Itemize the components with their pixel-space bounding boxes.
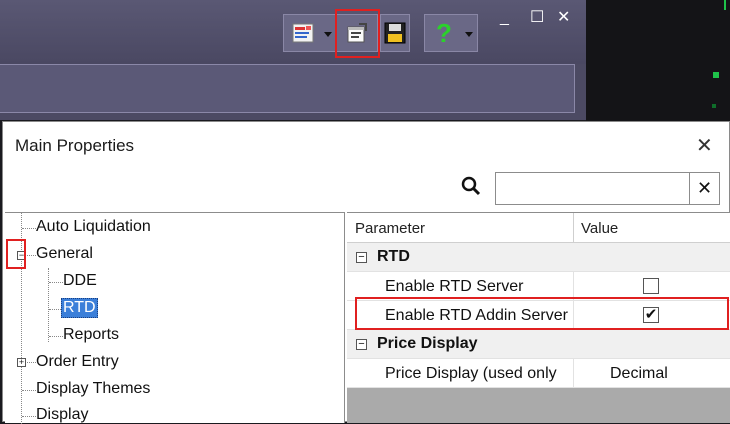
group-expander[interactable]: − <box>356 339 367 350</box>
report-icon <box>291 21 315 45</box>
properties-button-highlight <box>335 9 380 58</box>
search-clear-button[interactable]: ✕ <box>689 172 720 205</box>
close-button[interactable]: ✕ <box>557 10 570 26</box>
price-display-value[interactable]: Decimal <box>610 365 668 383</box>
tree-connector <box>49 282 63 283</box>
tree-item-display[interactable]: Display <box>36 406 88 424</box>
save-button[interactable] <box>380 14 410 52</box>
search-icon <box>461 176 481 201</box>
maximize-button[interactable]: ☐ <box>530 10 544 26</box>
green-indicator <box>712 104 716 108</box>
report-button[interactable] <box>283 14 336 52</box>
rtd-addin-row-highlight <box>355 297 729 330</box>
general-expander-highlight <box>6 239 26 269</box>
chevron-down-icon[interactable] <box>324 32 332 37</box>
column-header-value[interactable]: Value <box>581 220 618 237</box>
property-name: Price Display (used only <box>385 365 557 382</box>
column-divider[interactable] <box>573 213 574 243</box>
tree-item-rtd[interactable]: RTD <box>61 298 98 318</box>
group-expander[interactable]: − <box>356 252 367 263</box>
tree-connector <box>22 228 36 229</box>
tree-item-auto-liquidation[interactable]: Auto Liquidation <box>36 218 151 236</box>
dialog-close-button[interactable]: ✕ <box>696 136 713 156</box>
help-button[interactable]: ? <box>424 14 478 52</box>
save-icon <box>383 21 407 45</box>
tree-item-order-entry[interactable]: Order Entry <box>36 353 119 371</box>
column-header-parameter[interactable]: Parameter <box>355 220 425 237</box>
property-row[interactable]: Price Display (used only Decimal <box>347 359 730 388</box>
property-name: Enable RTD Server <box>385 278 524 295</box>
grid-header: Parameter Value <box>347 213 730 243</box>
enable-rtd-server-checkbox[interactable] <box>643 278 659 294</box>
group-label: Price Display <box>377 335 478 352</box>
help-icon: ? <box>436 17 452 48</box>
dialog-title: Main Properties <box>15 136 135 155</box>
tree-connector <box>49 309 61 310</box>
properties-tree: Auto Liquidation − General DDE RTD Repor… <box>5 212 345 424</box>
group-row-rtd[interactable]: − RTD <box>347 243 730 272</box>
tree-connector <box>22 390 36 391</box>
tree-expander-order-entry[interactable]: + <box>17 358 26 367</box>
app-toolbar-area <box>0 64 575 113</box>
chevron-down-icon[interactable] <box>465 32 473 37</box>
minimize-button[interactable]: _ <box>500 10 509 26</box>
dark-side-panel <box>586 0 730 122</box>
group-label: RTD <box>377 248 410 265</box>
tree-connector <box>22 416 36 417</box>
group-row-price-display[interactable]: − Price Display <box>347 330 730 359</box>
tree-connector <box>27 255 36 256</box>
tree-item-reports[interactable]: Reports <box>63 326 119 344</box>
tree-connector <box>48 268 49 342</box>
tree-item-general[interactable]: General <box>36 245 93 263</box>
main-properties-dialog: Main Properties ✕ ✕ Auto Liquidation − G… <box>2 121 730 424</box>
tree-item-display-themes[interactable]: Display Themes <box>36 380 150 398</box>
green-indicator <box>713 72 719 78</box>
green-indicator <box>724 0 726 10</box>
tree-item-dde[interactable]: DDE <box>63 272 97 290</box>
search-input[interactable] <box>495 172 692 205</box>
tree-connector <box>49 336 63 337</box>
property-value-cell[interactable]: Decimal <box>573 359 730 388</box>
tree-connector <box>27 362 36 363</box>
